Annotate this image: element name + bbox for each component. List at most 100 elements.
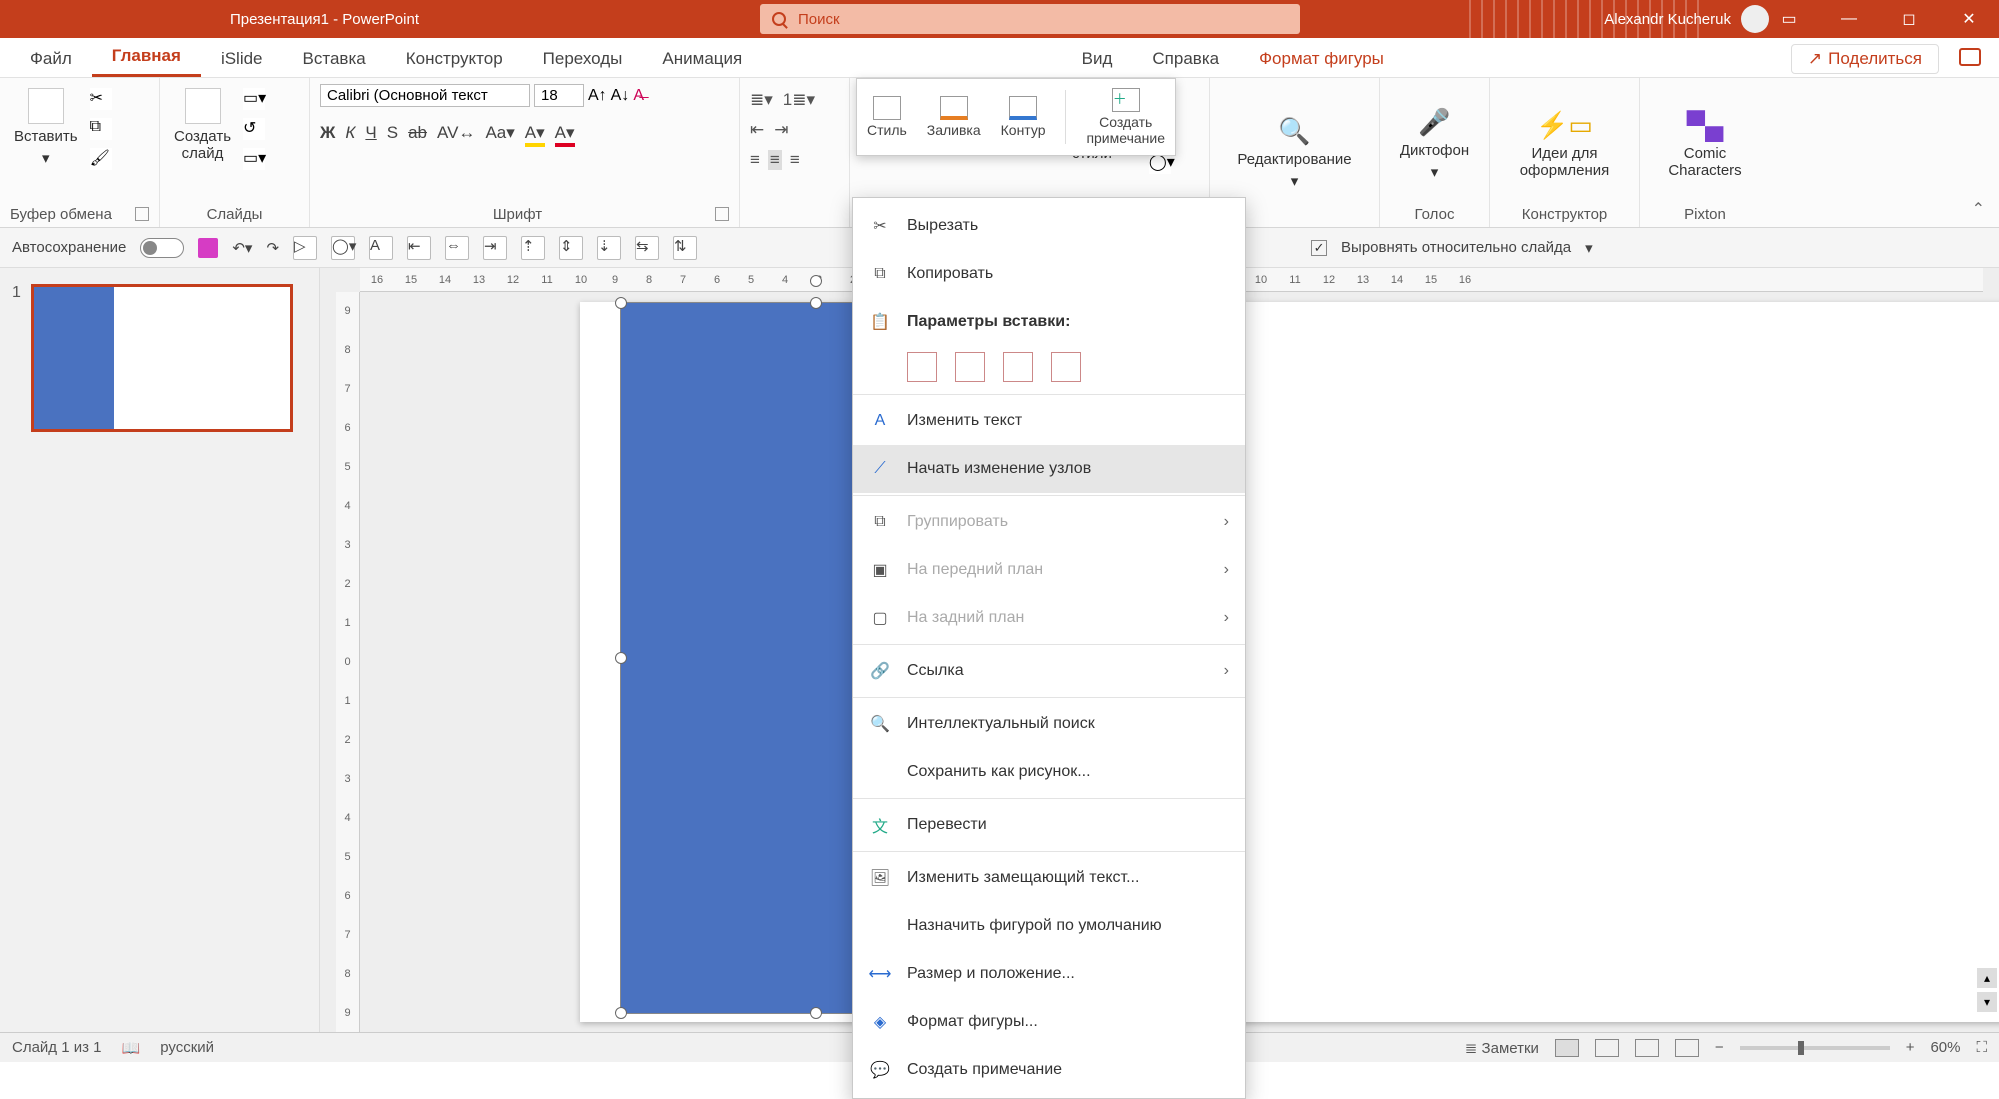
increase-font-icon[interactable]: A↑ [588, 87, 607, 105]
qat-distribute-h[interactable]: ⇆ [635, 236, 659, 260]
align-relative-checkbox[interactable]: ✓ [1311, 240, 1327, 256]
qat-align6[interactable]: ⇣ [597, 236, 621, 260]
slide-thumbnail-1[interactable] [31, 284, 293, 432]
italic-button[interactable]: К [345, 123, 355, 147]
underline-button[interactable]: Ч [365, 123, 376, 147]
redo-button[interactable]: ↷ [266, 239, 279, 257]
mini-style-button[interactable]: Стиль [867, 96, 907, 138]
tab-help[interactable]: Справка [1132, 41, 1239, 77]
undo-button[interactable]: ↶▾ [232, 239, 252, 257]
tab-design[interactable]: Конструктор [386, 41, 523, 77]
qat-align5[interactable]: ⇕ [559, 236, 583, 260]
qat-align2[interactable]: ⇔ [445, 236, 469, 260]
cut-icon[interactable]: ✂ [90, 88, 112, 110]
fit-to-window-button[interactable]: ⛶ [1976, 1039, 1987, 1056]
decrease-font-icon[interactable]: A↓ [611, 87, 630, 105]
tab-islide[interactable]: iSlide [201, 41, 283, 77]
spacing-button[interactable]: AV↔ [437, 123, 475, 147]
section-icon[interactable]: ▭▾ [243, 148, 265, 170]
mini-fill-button[interactable]: Заливка [927, 96, 981, 138]
paste-button[interactable]: Вставить▾ [10, 84, 82, 171]
cm-edit-points[interactable]: ⟋Начать изменение узлов [853, 445, 1245, 493]
tab-view[interactable]: Вид [1062, 41, 1133, 77]
cm-save-as-picture[interactable]: Сохранить как рисунок... [853, 748, 1245, 796]
bullets-button[interactable]: ≣▾ [750, 90, 773, 110]
increase-indent-button[interactable]: ⇥ [774, 120, 788, 140]
maximize-button[interactable]: ◻ [1879, 0, 1939, 38]
font-name-combo[interactable]: Calibri (Основной текст [320, 84, 530, 107]
prev-slide-button[interactable]: ▴ [1977, 968, 1997, 988]
tab-home[interactable]: Главная [92, 38, 201, 77]
cm-format-shape[interactable]: ◈Формат фигуры... [853, 998, 1245, 1046]
cm-set-default-shape[interactable]: Назначить фигурой по умолчанию [853, 902, 1245, 950]
numbering-button[interactable]: 1≣▾ [783, 90, 815, 110]
collapse-ribbon-button[interactable]: ⌃ [1972, 199, 1985, 219]
sorter-view-button[interactable] [1595, 1039, 1619, 1057]
qat-align1[interactable]: ⇤ [407, 236, 431, 260]
qat-align4[interactable]: ⇡ [521, 236, 545, 260]
rotate-handle[interactable] [810, 275, 822, 287]
design-ideas-button[interactable]: ⚡▭ Идеи для оформления [1516, 106, 1614, 183]
qat-align3[interactable]: ⇥ [483, 236, 507, 260]
resize-handle[interactable] [810, 297, 822, 309]
tab-file[interactable]: Файл [10, 41, 92, 77]
zoom-level[interactable]: 60% [1930, 1039, 1960, 1056]
comments-button[interactable] [1959, 48, 1981, 66]
clear-format-icon[interactable]: A̶ [633, 87, 644, 105]
save-button[interactable] [198, 238, 218, 258]
decrease-indent-button[interactable]: ⇤ [750, 120, 764, 140]
highlight-button[interactable]: A▾ [525, 123, 545, 147]
dictate-button[interactable]: 🎤 Диктофон▾ [1396, 103, 1473, 185]
reading-view-button[interactable] [1635, 1039, 1659, 1057]
paste-option-text[interactable] [1051, 352, 1081, 382]
resize-handle[interactable] [810, 1007, 822, 1019]
copy-icon[interactable]: ⧉ [90, 118, 112, 140]
resize-handle[interactable] [615, 652, 627, 664]
minimize-button[interactable]: — [1819, 0, 1879, 38]
qat-distribute-v[interactable]: ⇅ [673, 236, 697, 260]
mini-outline-button[interactable]: Контур [1001, 96, 1046, 138]
mini-new-comment-button[interactable]: ＋Создать примечание [1086, 88, 1165, 146]
qat-more-button[interactable]: ▾ [1585, 239, 1593, 257]
reset-icon[interactable]: ↺ [243, 118, 265, 140]
align-left-button[interactable]: ≡ [750, 150, 760, 170]
clipboard-dialog-launcher[interactable] [135, 207, 149, 221]
spellcheck-icon[interactable]: 📖 [122, 1039, 141, 1057]
cm-copy[interactable]: ⧉Копировать [853, 250, 1245, 298]
start-slideshow-button[interactable]: ▷ [293, 236, 317, 260]
cm-link[interactable]: 🔗Ссылка› [853, 647, 1245, 695]
cm-translate[interactable]: 文Перевести [853, 801, 1245, 849]
tab-insert[interactable]: Вставка [283, 41, 386, 77]
new-slide-button[interactable]: Создать слайд [170, 84, 235, 166]
ribbon-display-button[interactable]: ▭ [1759, 0, 1819, 38]
next-slide-button[interactable]: ▾ [1977, 992, 1997, 1012]
zoom-slider[interactable] [1740, 1046, 1890, 1050]
normal-view-button[interactable] [1555, 1039, 1579, 1057]
tab-shape-format[interactable]: Формат фигуры [1239, 41, 1404, 77]
bold-button[interactable]: Ж [320, 123, 335, 147]
notes-button[interactable]: ≣ Заметки [1465, 1039, 1539, 1057]
layout-icon[interactable]: ▭▾ [243, 88, 265, 110]
cm-size-position[interactable]: ⟷Размер и положение... [853, 950, 1245, 998]
resize-handle[interactable] [615, 1007, 627, 1019]
search-box[interactable]: Поиск [760, 4, 1300, 34]
shadow-button[interactable]: S [387, 123, 398, 147]
change-case-button[interactable]: Aa▾ [485, 123, 514, 147]
font-color-button[interactable]: A▾ [555, 123, 575, 147]
cm-alt-text[interactable]: 🖼Изменить замещающий текст... [853, 854, 1245, 902]
tab-transitions[interactable]: Переходы [523, 41, 643, 77]
zoom-out-button[interactable]: − [1715, 1039, 1724, 1056]
paste-option-picture[interactable] [1003, 352, 1033, 382]
strike-button[interactable]: ab [408, 123, 427, 147]
cm-smart-lookup[interactable]: 🔍Интеллектуальный поиск [853, 700, 1245, 748]
tab-animations[interactable]: Анимация [642, 41, 762, 77]
paste-option-keep[interactable] [955, 352, 985, 382]
qat-textbox-button[interactable]: A [369, 236, 393, 260]
qat-shape-button[interactable]: ◯▾ [331, 236, 355, 260]
align-right-button[interactable]: ≡ [790, 150, 800, 170]
font-size-combo[interactable]: 18 [534, 84, 584, 107]
language-indicator[interactable]: русский [160, 1039, 214, 1056]
cm-edit-text[interactable]: AИзменить текст [853, 397, 1245, 445]
comic-characters-button[interactable]: ▀▄ Comic Characters [1664, 106, 1745, 183]
account-area[interactable]: Alexandr Kucheruk [1604, 5, 1769, 33]
